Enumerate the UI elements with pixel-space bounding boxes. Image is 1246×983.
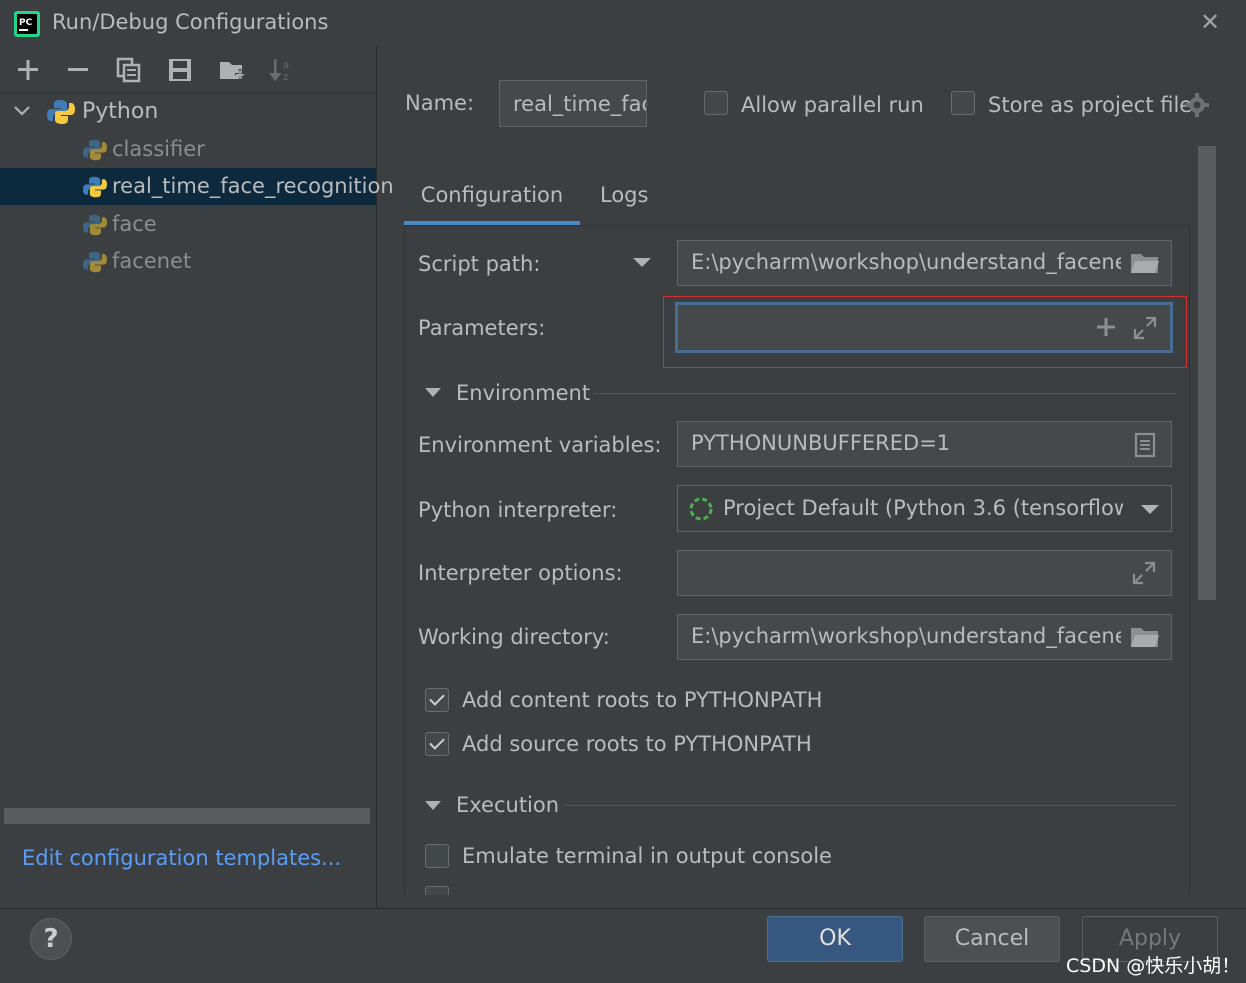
close-icon[interactable]: ✕	[1196, 8, 1224, 36]
tree-item-real-time-face-recognition[interactable]: real_time_face_recognition	[0, 168, 394, 205]
store-project-file-label: Store as project file	[988, 93, 1193, 117]
horizontal-scrollbar[interactable]	[4, 808, 370, 824]
minus-icon[interactable]	[64, 56, 92, 84]
document-icon[interactable]	[1134, 432, 1156, 458]
store-project-file-checkbox[interactable]	[951, 91, 975, 115]
save-icon[interactable]	[166, 56, 194, 84]
highlight-annotation	[663, 296, 1187, 368]
tree-item-label: real_time_face_recognition	[112, 174, 394, 198]
watermark: CSDN @快乐小胡！	[1066, 955, 1241, 977]
folder-icon[interactable]	[1130, 625, 1160, 649]
script-path-label: Script path:	[418, 252, 541, 276]
python-file-icon	[82, 250, 108, 274]
parameters-label: Parameters:	[418, 316, 546, 340]
interpreter-options-field[interactable]	[677, 550, 1172, 596]
tree-item-face[interactable]: face	[0, 206, 376, 243]
add-source-roots-checkbox[interactable]	[425, 732, 449, 756]
partial-checkbox[interactable]	[425, 886, 449, 895]
footer-divider	[0, 908, 1246, 909]
copy-icon[interactable]	[115, 56, 143, 84]
folder-icon[interactable]	[1130, 251, 1160, 275]
expand-icon[interactable]	[1131, 560, 1157, 586]
ok-button[interactable]: OK	[767, 916, 903, 962]
title-bar: PC Run/Debug Configurations ✕	[0, 0, 1246, 46]
environment-section-title: Environment	[456, 381, 591, 405]
section-divider	[564, 805, 1176, 806]
allow-parallel-checkbox[interactable]	[704, 91, 728, 115]
python-icon	[47, 98, 75, 126]
env-vars-label: Environment variables:	[418, 433, 662, 457]
name-input[interactable]: real_time_fac	[499, 80, 647, 127]
add-content-roots-label: Add content roots to PYTHONPATH	[462, 688, 823, 712]
chevron-down-icon[interactable]	[424, 800, 442, 812]
allow-parallel-label: Allow parallel run	[741, 93, 924, 117]
sort-alpha-icon[interactable]: az	[268, 56, 296, 84]
interpreter-label: Python interpreter:	[418, 498, 618, 522]
working-dir-label: Working directory:	[418, 625, 610, 649]
script-path-field[interactable]: E:\pycharm\workshop\understand_facenet\	[677, 240, 1172, 286]
chevron-down-icon[interactable]	[1140, 503, 1160, 517]
svg-text:z: z	[283, 72, 288, 83]
chevron-down-icon[interactable]	[12, 101, 32, 121]
window-title: Run/Debug Configurations	[52, 10, 329, 34]
tree-item-label: face	[112, 212, 157, 236]
python-file-icon	[82, 175, 108, 199]
svg-text:PC: PC	[19, 18, 33, 28]
tree-root-python[interactable]: Python	[0, 93, 376, 130]
interpreter-options-label: Interpreter options:	[418, 561, 623, 585]
new-folder-icon[interactable]	[218, 56, 246, 84]
emulate-terminal-checkbox[interactable]	[425, 844, 449, 868]
section-divider	[594, 393, 1176, 394]
tab-configuration[interactable]: Configuration	[404, 180, 580, 224]
add-source-roots-label: Add source roots to PYTHONPATH	[462, 732, 812, 756]
loading-spinner-icon	[688, 496, 714, 522]
chevron-down-icon[interactable]	[424, 387, 442, 399]
plus-icon[interactable]	[14, 56, 42, 84]
name-label: Name:	[405, 91, 475, 115]
tree-item-label: classifier	[112, 137, 205, 161]
emulate-terminal-label: Emulate terminal in output console	[462, 844, 832, 868]
gear-icon[interactable]	[1184, 92, 1210, 118]
edit-templates-link[interactable]: Edit configuration templates...	[22, 846, 341, 870]
python-file-icon	[82, 213, 108, 237]
add-content-roots-checkbox[interactable]	[425, 688, 449, 712]
chevron-down-icon[interactable]	[632, 256, 652, 270]
tab-logs[interactable]: Logs	[600, 180, 648, 210]
pycharm-logo-icon: PC	[14, 11, 40, 37]
tree-item-facenet[interactable]: facenet	[0, 243, 376, 280]
tree-item-label: facenet	[112, 249, 192, 273]
env-vars-field[interactable]: PYTHONUNBUFFERED=1	[677, 421, 1172, 467]
tree-root-label: Python	[82, 99, 159, 124]
vertical-scrollbar[interactable]	[1198, 146, 1216, 600]
interpreter-select[interactable]: Project Default (Python 3.6 (tensorflow2…	[677, 485, 1172, 532]
tree-item-classifier[interactable]: classifier	[0, 131, 376, 168]
cancel-button[interactable]: Cancel	[924, 916, 1060, 962]
working-dir-field[interactable]: E:\pycharm\workshop\understand_facenet	[677, 614, 1172, 660]
execution-section-title: Execution	[456, 793, 560, 817]
python-file-icon	[82, 138, 108, 162]
svg-text:a: a	[283, 60, 289, 71]
help-button[interactable]: ?	[30, 918, 72, 960]
